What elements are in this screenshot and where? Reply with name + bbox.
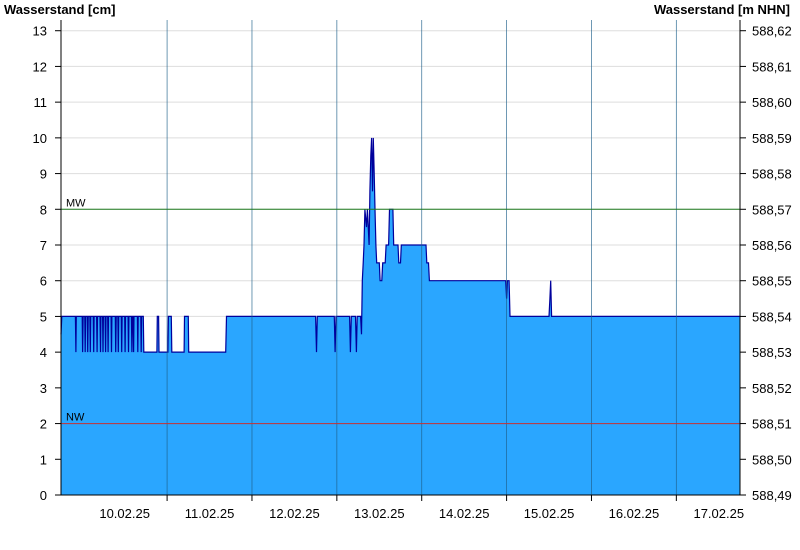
left-tick-label: 2 [40,417,47,432]
left-tick-label: 9 [40,167,47,182]
left-tick-label: 6 [40,274,47,289]
right-tick-label: 588,55 [752,274,792,289]
left-tick-label: 3 [40,381,47,396]
left-tick-label: 0 [40,488,47,503]
x-tick-label: 17.02.25 [693,506,744,521]
x-axis: 10.02.25 11.02.25 12.02.25 13.02.25 14.02.25… [99,495,744,521]
right-tick-label: 588,51 [752,417,792,432]
x-tick-label: 13.02.25 [354,506,405,521]
right-tick-label: 588,59 [752,131,792,146]
left-tick-label: 10 [33,131,47,146]
x-tick-label: 11.02.25 [185,506,235,521]
right-tick-label: 588,62 [752,24,792,39]
left-tick-label: 12 [33,59,47,74]
left-tick-label: 11 [34,95,48,110]
right-tick-label: 588,56 [752,238,792,253]
x-tick-label: 16.02.25 [609,506,660,521]
left-axis: 012345678910111213 [33,24,61,503]
right-tick-label: 588,50 [752,452,792,467]
reference-label-nw: NW [66,412,85,424]
left-tick-label: 1 [40,452,47,467]
left-tick-label: 8 [40,202,47,217]
right-tick-label: 588,54 [752,309,792,324]
left-tick-label: 4 [40,345,47,360]
left-tick-label: 13 [33,24,47,39]
right-tick-label: 588,60 [752,95,792,110]
x-tick-label: 10.02.25 [99,506,150,521]
x-tick-label: 14.02.25 [439,506,490,521]
x-tick-label: 12.02.25 [269,506,320,521]
right-tick-label: 588,52 [752,381,792,396]
left-axis-title: Wasserstand [cm] [4,2,116,17]
water-level-chart: Wasserstand [cm] Wasserstand [m NHN] MW N… [4,2,792,521]
left-tick-label: 5 [40,309,47,324]
right-tick-label: 588,61 [752,59,792,74]
x-tick-label: 15.02.25 [524,506,575,521]
right-tick-label: 588,58 [752,167,792,182]
left-tick-label: 7 [40,238,47,253]
right-axis-title: Wasserstand [m NHN] [654,2,790,17]
right-axis: 588,49 588,50 588,51 588,52 588,53 588,54 588,… [740,24,792,503]
right-tick-label: 588,53 [752,345,792,360]
right-tick-label: 588,49 [752,488,792,503]
right-tick-label: 588,57 [752,202,792,217]
reference-label-mw: MW [66,197,86,209]
